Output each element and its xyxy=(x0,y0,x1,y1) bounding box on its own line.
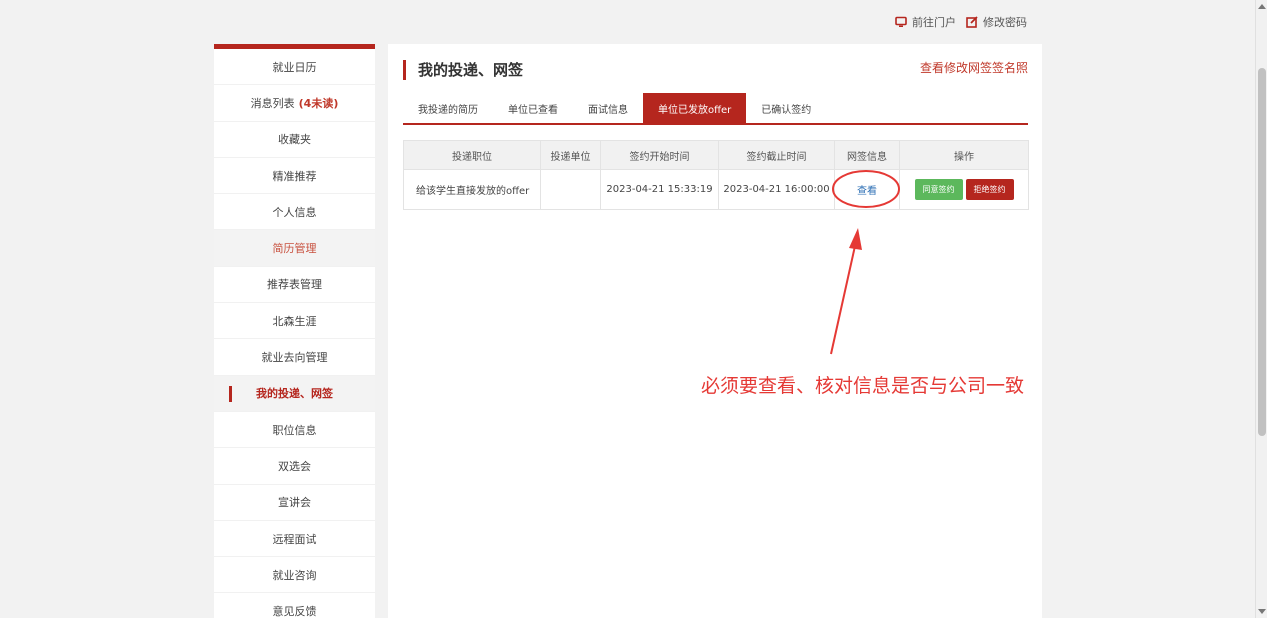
sidebar-item-label: 推荐表管理 xyxy=(267,278,322,292)
sidebar-item-job-fair[interactable]: 双选会 xyxy=(214,448,375,485)
sidebar-item-consulting[interactable]: 就业咨询 xyxy=(214,557,375,594)
sidebar-item-recommend-form[interactable]: 推荐表管理 xyxy=(214,267,375,304)
column-header: 操作 xyxy=(899,140,1029,170)
tab-viewed[interactable]: 单位已查看 xyxy=(493,93,573,123)
tab-interviews[interactable]: 面试信息 xyxy=(573,93,643,123)
portal-link-label: 前往门户 xyxy=(912,16,956,29)
tab-my-resumes[interactable]: 我投递的简历 xyxy=(403,93,493,123)
sidebar-item-destination[interactable]: 就业去向管理 xyxy=(214,339,375,376)
sidebar-item-label: 远程面试 xyxy=(272,532,317,546)
tab-offers[interactable]: 单位已发放offer xyxy=(643,93,747,123)
offers-table: 投递职位 投递单位 签约开始时间 签约截止时间 网签信息 操作 给该学生直接发放… xyxy=(403,140,1029,210)
sidebar-item-jobs[interactable]: 职位信息 xyxy=(214,412,375,449)
sidebar-item-label: 北森生涯 xyxy=(272,314,317,328)
sidebar-item-applications[interactable]: 我的投递、网签 xyxy=(214,375,375,412)
column-header: 投递职位 xyxy=(403,140,541,170)
sidebar-item-seminar[interactable]: 宣讲会 xyxy=(214,485,375,521)
page-title: 我的投递、网签 xyxy=(418,61,524,79)
sidebar-item-label: 精准推荐 xyxy=(272,169,317,183)
title-accent-bar xyxy=(403,59,406,80)
title-bar: 我的投递、网签 xyxy=(403,59,523,80)
sidebar-item-label: 就业咨询 xyxy=(272,568,317,582)
main-panel: 我的投递、网签 查看修改网签签名照 我投递的简历 单位已查看 面试信息 单位已发… xyxy=(388,44,1042,618)
column-header: 签约截止时间 xyxy=(718,140,835,170)
sidebar-item-remote-interview[interactable]: 远程面试 xyxy=(214,521,375,558)
sidebar-item-favorites[interactable]: 收藏夹 xyxy=(214,122,375,158)
scroll-down-icon[interactable] xyxy=(1258,609,1266,614)
sidebar-item-messages[interactable]: 消息列表 (4未读) xyxy=(214,85,375,122)
portal-link[interactable]: 前往门户 xyxy=(895,14,956,30)
column-header: 签约开始时间 xyxy=(600,140,719,170)
table-header-row: 投递职位 投递单位 签约开始时间 签约截止时间 网签信息 操作 xyxy=(403,140,1029,170)
column-header: 网签信息 xyxy=(834,140,900,170)
view-signature-link[interactable]: 查看修改网签签名照 xyxy=(920,59,1028,76)
scroll-up-icon[interactable] xyxy=(1258,4,1266,9)
sidebar-item-label: 职位信息 xyxy=(272,423,317,437)
change-password-label: 修改密码 xyxy=(983,16,1027,29)
reject-sign-button[interactable]: 拒绝签约 xyxy=(965,179,1014,200)
sidebar-item-label: 宣讲会 xyxy=(278,496,311,510)
cell-actions: 同意签约 拒绝签约 xyxy=(899,169,1029,210)
cell-position: 给该学生直接发放的offer xyxy=(403,169,541,210)
annotation-text: 必须要查看、核对信息是否与公司一致 xyxy=(701,375,1025,397)
agree-sign-button[interactable]: 同意签约 xyxy=(914,179,963,200)
cell-company xyxy=(540,169,601,210)
sidebar: 就业日历 消息列表 (4未读) 收藏夹 精准推荐 个人信息 简历管理 推荐表管理 … xyxy=(214,44,375,618)
sidebar-item-recommend[interactable]: 精准推荐 xyxy=(214,158,375,195)
change-password-link[interactable]: 修改密码 xyxy=(966,14,1027,30)
cell-sign-info: 查看 xyxy=(834,169,900,210)
sidebar-item-label: 收藏夹 xyxy=(278,133,311,147)
monitor-icon xyxy=(895,16,907,27)
unread-badge: (4未读) xyxy=(298,96,339,110)
scroll-thumb[interactable] xyxy=(1258,68,1266,436)
sidebar-item-label: 双选会 xyxy=(278,459,311,473)
sidebar-item-label: 我的投递、网签 xyxy=(256,387,333,401)
page-scrollbar[interactable] xyxy=(1255,0,1267,618)
tab-confirmed[interactable]: 已确认签约 xyxy=(746,93,826,123)
cell-start-time: 2023-04-21 15:33:19 xyxy=(600,169,719,210)
sidebar-item-label: 简历管理 xyxy=(272,242,317,256)
sidebar-item-profile[interactable]: 个人信息 xyxy=(214,194,375,231)
column-header: 投递单位 xyxy=(540,140,601,170)
sidebar-item-label: 消息列表 xyxy=(250,96,295,110)
sidebar-item-calendar[interactable]: 就业日历 xyxy=(214,49,375,86)
sidebar-item-label: 意见反馈 xyxy=(272,605,317,618)
sidebar-item-label: 就业去向管理 xyxy=(261,351,328,365)
sidebar-item-resume[interactable]: 简历管理 xyxy=(214,230,375,267)
sidebar-item-label: 就业日历 xyxy=(272,60,317,74)
cell-end-time: 2023-04-21 16:00:00 xyxy=(718,169,835,210)
sidebar-item-career[interactable]: 北森生涯 xyxy=(214,303,375,340)
sidebar-item-label: 个人信息 xyxy=(272,205,317,219)
tab-bar: 我投递的简历 单位已查看 面试信息 单位已发放offer 已确认签约 xyxy=(403,93,1028,125)
edit-icon xyxy=(966,16,978,28)
view-link[interactable]: 查看 xyxy=(857,186,877,197)
top-links: 前往门户 修改密码 xyxy=(895,14,1027,30)
sidebar-item-feedback[interactable]: 意见反馈 xyxy=(214,593,375,618)
table-row: 给该学生直接发放的offer 2023-04-21 15:33:19 2023-… xyxy=(403,169,1029,210)
